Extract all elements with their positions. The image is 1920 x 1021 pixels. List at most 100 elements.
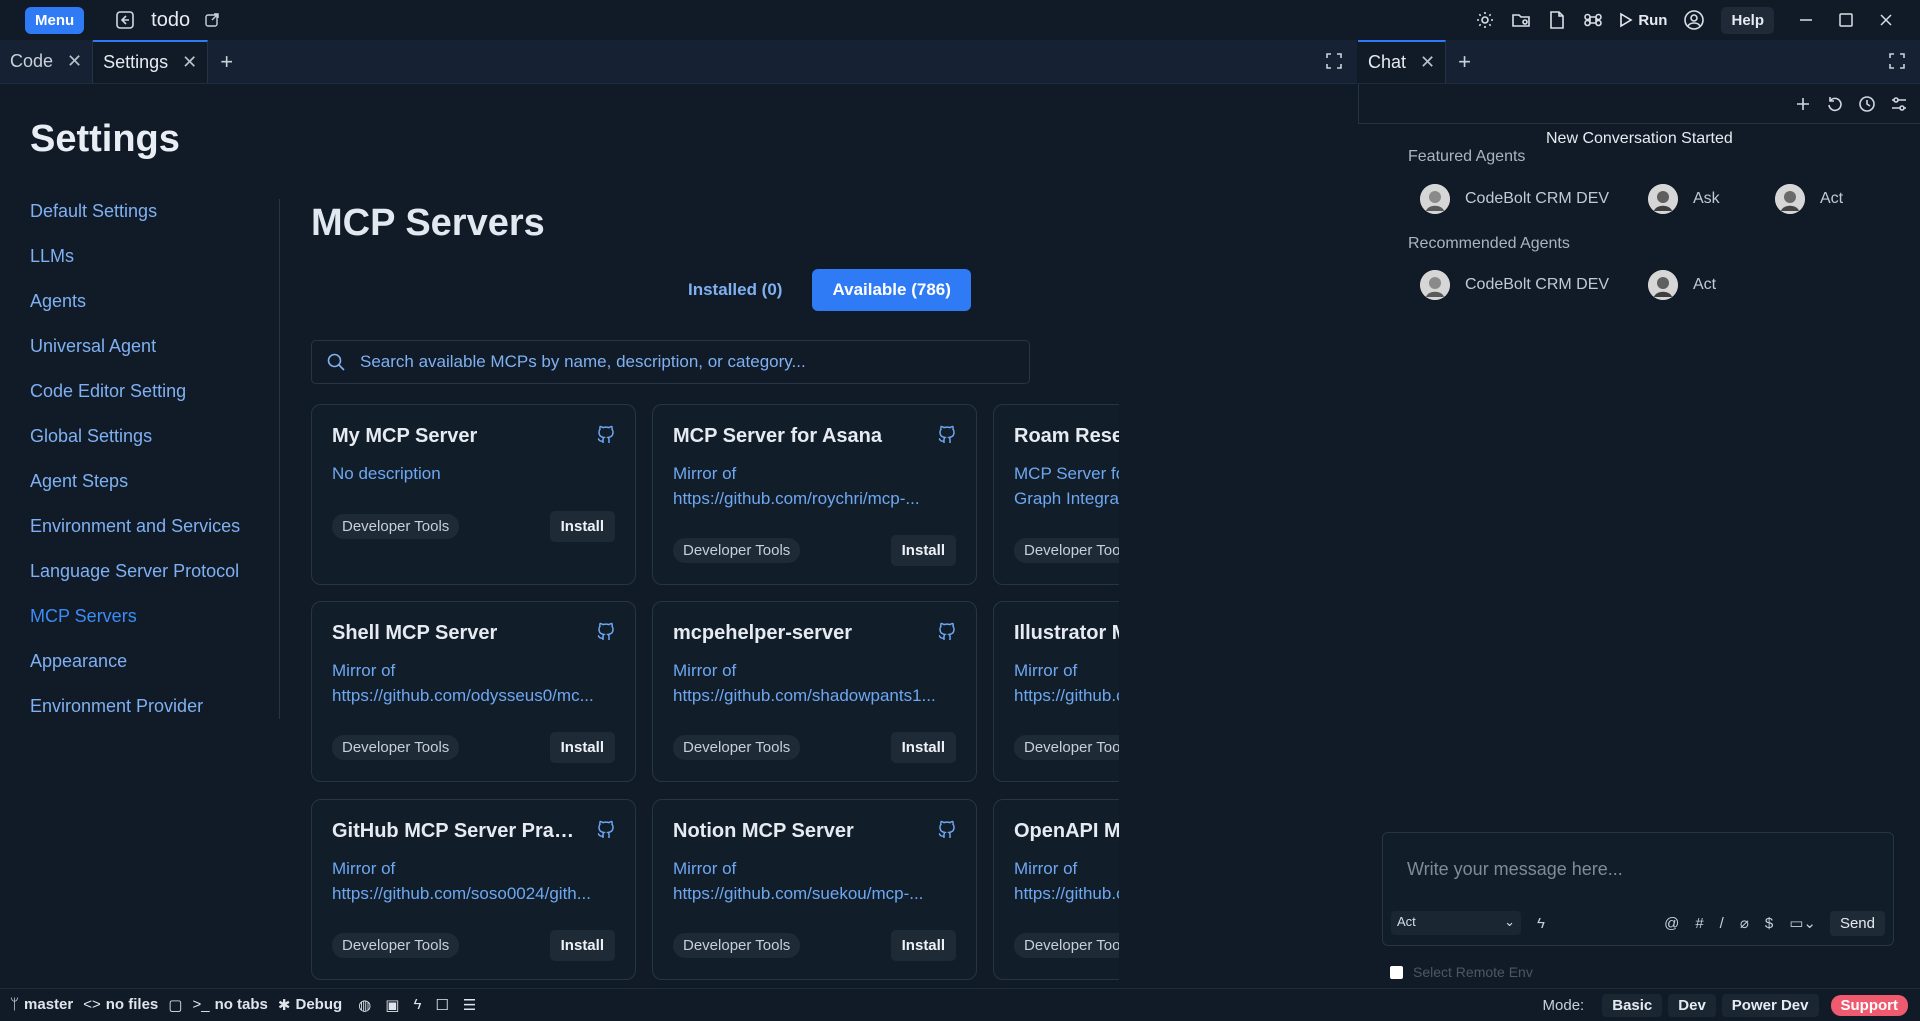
conversation-status: New Conversation Started bbox=[1546, 130, 1733, 147]
debug-label: Debug bbox=[295, 996, 343, 1013]
fullscreen-icon[interactable] bbox=[1888, 52, 1906, 70]
card-title: Shell MCP Server bbox=[332, 622, 498, 645]
back-icon[interactable] bbox=[115, 10, 135, 30]
tab-code[interactable]: Code ✕ bbox=[0, 40, 94, 83]
fullscreen-icon[interactable] bbox=[1325, 52, 1343, 70]
mode-dev-button[interactable]: Dev bbox=[1668, 993, 1716, 1017]
user-account-icon[interactable] bbox=[1681, 7, 1707, 33]
command-icon[interactable] bbox=[1580, 7, 1606, 33]
sidebar-item-code-editor-setting[interactable]: Code Editor Setting bbox=[30, 378, 240, 423]
chat-bubble-icon[interactable]: ▢ bbox=[168, 996, 182, 1014]
sliders-icon[interactable] bbox=[1890, 95, 1908, 113]
sidebar-item-agent-steps[interactable]: Agent Steps bbox=[30, 468, 240, 513]
attachment-icon[interactable]: ⌀ bbox=[1740, 914, 1749, 932]
github-icon[interactable] bbox=[938, 819, 956, 839]
monitor-dropdown-icon[interactable]: ▭⌄ bbox=[1789, 914, 1816, 932]
lightning-icon[interactable]: ϟ bbox=[1537, 915, 1545, 932]
folder-settings-icon[interactable] bbox=[1508, 7, 1534, 33]
files-status[interactable]: <> no files bbox=[83, 996, 158, 1013]
github-icon[interactable] bbox=[597, 819, 615, 839]
tab-installed[interactable]: Installed (0) bbox=[668, 269, 802, 311]
hash-icon[interactable]: # bbox=[1695, 915, 1703, 932]
sidebar-item-universal-agent[interactable]: Universal Agent bbox=[30, 333, 240, 378]
desc-line: Mirror of bbox=[673, 858, 737, 878]
composer-toolbar: Act ⌄ ϟ @ # / ⌀ $ ▭⌄ Send bbox=[1391, 909, 1885, 937]
mention-icon[interactable]: @ bbox=[1664, 915, 1679, 932]
github-icon[interactable] bbox=[597, 621, 615, 641]
mcp-search-box bbox=[311, 340, 1030, 384]
robot-icon[interactable]: ☐ bbox=[435, 996, 448, 1014]
agent-act[interactable]: Act bbox=[1775, 184, 1843, 214]
dollar-icon[interactable]: $ bbox=[1765, 915, 1773, 932]
branch-status[interactable]: ᛘ master bbox=[10, 996, 73, 1013]
lightning-icon[interactable]: ϟ bbox=[413, 996, 421, 1013]
sidebar-item-environment-provider[interactable]: Environment Provider bbox=[30, 693, 240, 738]
remote-env-checkbox[interactable] bbox=[1390, 965, 1403, 979]
close-tab-icon[interactable]: ✕ bbox=[67, 51, 82, 72]
close-window-icon[interactable] bbox=[1868, 12, 1904, 28]
board-icon[interactable]: ▣ bbox=[385, 996, 399, 1014]
install-button[interactable]: Install bbox=[890, 929, 956, 961]
menu-button[interactable]: Menu bbox=[25, 6, 85, 34]
agent-act[interactable]: Act bbox=[1648, 270, 1716, 300]
sidebar-item-appearance[interactable]: Appearance bbox=[30, 648, 240, 693]
server-icon[interactable]: ☰ bbox=[463, 996, 476, 1014]
gear-icon[interactable] bbox=[1472, 7, 1498, 33]
slash-icon[interactable]: / bbox=[1720, 915, 1724, 932]
agent-mode-select[interactable]: Act ⌄ bbox=[1391, 911, 1521, 935]
new-chat-icon[interactable] bbox=[1794, 95, 1812, 113]
github-icon[interactable] bbox=[938, 621, 956, 641]
install-button[interactable]: Install bbox=[549, 511, 615, 542]
message-input[interactable]: Write your message here... bbox=[1407, 859, 1623, 880]
install-button[interactable]: Install bbox=[549, 732, 615, 764]
sidebar-item-mcp-servers[interactable]: MCP Servers bbox=[30, 603, 240, 648]
file-icon[interactable] bbox=[1544, 7, 1570, 33]
github-icon[interactable] bbox=[938, 424, 956, 444]
sidebar-item-default-settings[interactable]: Default Settings bbox=[30, 198, 240, 243]
sidebar-item-global-settings[interactable]: Global Settings bbox=[30, 423, 240, 468]
mcp-card-grid: My MCP Server No description Developer T… bbox=[311, 404, 1119, 980]
history-icon[interactable] bbox=[1858, 95, 1876, 113]
card-footer: Developer Tools Install bbox=[1014, 535, 1119, 566]
install-button[interactable]: Install bbox=[549, 929, 615, 961]
tab-chat[interactable]: Chat ✕ bbox=[1358, 40, 1447, 83]
page-title: Settings bbox=[30, 118, 180, 160]
desc-line: https://github.com/suekou/mcp-... bbox=[673, 883, 924, 903]
close-tab-icon[interactable]: ✕ bbox=[1420, 52, 1435, 73]
install-button[interactable]: Install bbox=[890, 732, 956, 764]
sidebar-item-environment-and-services[interactable]: Environment and Services bbox=[30, 513, 240, 558]
add-chat-tab-icon[interactable]: + bbox=[1446, 40, 1483, 83]
agent-name: CodeBolt CRM DEV bbox=[1465, 276, 1610, 293]
card-footer: Developer Tools Install bbox=[332, 511, 615, 542]
agent-codebolt-crm-dev[interactable]: CodeBolt CRM DEV bbox=[1420, 270, 1609, 300]
help-button[interactable]: Help bbox=[1721, 6, 1774, 34]
add-tab-icon[interactable]: + bbox=[208, 40, 245, 83]
tab-available[interactable]: Available (786) bbox=[812, 269, 971, 311]
maximize-icon[interactable] bbox=[1828, 12, 1864, 28]
tab-settings[interactable]: Settings ✕ bbox=[93, 40, 209, 83]
sidebar-item-language-server-protocol[interactable]: Language Server Protocol bbox=[30, 558, 240, 603]
divider bbox=[279, 199, 280, 719]
globe-icon[interactable]: ◍ bbox=[358, 996, 371, 1014]
sidebar-item-llms[interactable]: LLMs bbox=[30, 243, 240, 288]
install-button[interactable]: Install bbox=[890, 535, 956, 566]
agent-ask[interactable]: Ask bbox=[1648, 184, 1720, 214]
refresh-icon[interactable] bbox=[1826, 95, 1844, 113]
tabs-label: no tabs bbox=[214, 996, 268, 1013]
external-link-icon[interactable] bbox=[204, 12, 220, 28]
search-input[interactable] bbox=[360, 352, 1000, 372]
run-button[interactable]: Run bbox=[1618, 12, 1667, 29]
card-footer: Developer Tools Install bbox=[673, 535, 956, 566]
agent-codebolt-crm-dev[interactable]: CodeBolt CRM DEV bbox=[1420, 184, 1609, 214]
debug-status[interactable]: ✱ Debug bbox=[278, 996, 342, 1014]
send-button[interactable]: Send bbox=[1829, 910, 1885, 936]
sidebar-item-agents[interactable]: Agents bbox=[30, 288, 240, 333]
mode-basic-button[interactable]: Basic bbox=[1602, 993, 1663, 1017]
close-tab-icon[interactable]: ✕ bbox=[182, 52, 197, 73]
mode-power-dev-button[interactable]: Power Dev bbox=[1721, 993, 1819, 1017]
tabs-status[interactable]: >_ no tabs bbox=[192, 996, 267, 1013]
minimize-icon[interactable] bbox=[1788, 12, 1824, 28]
remote-env-toggle[interactable]: Select Remote Env bbox=[1390, 964, 1533, 980]
support-button[interactable]: Support bbox=[1830, 994, 1908, 1016]
github-icon[interactable] bbox=[597, 424, 615, 444]
